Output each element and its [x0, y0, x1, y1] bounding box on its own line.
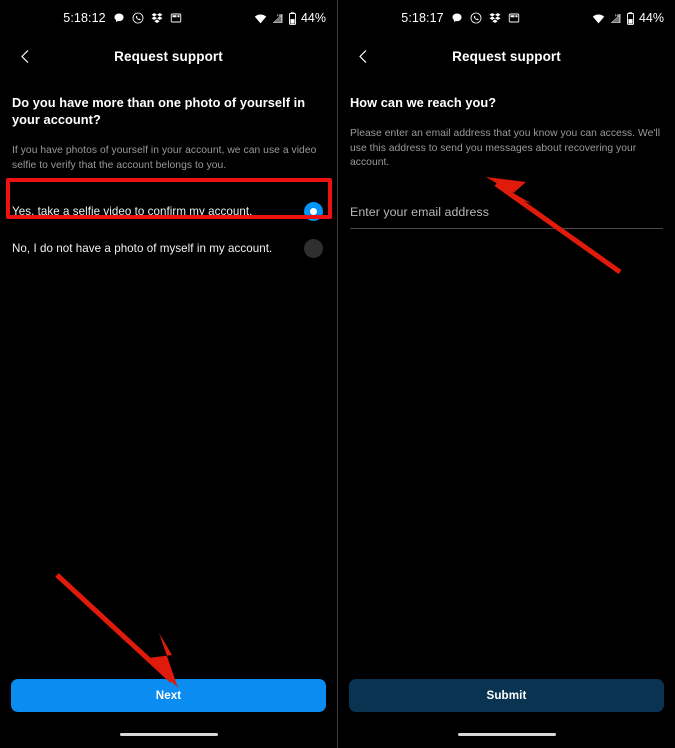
battery-icon: [288, 11, 297, 25]
page-title: Request support: [452, 48, 561, 64]
svg-text:HD: HD: [277, 13, 283, 17]
home-indicator: [457, 732, 556, 736]
submit-button[interactable]: Submit: [349, 679, 664, 712]
chevron-left-icon: [355, 48, 372, 65]
question-subtitle: Please enter an email address that you k…: [350, 128, 661, 169]
status-bar-left-group: 5:18:17: [338, 11, 629, 25]
radio-option-no[interactable]: No, I do not have a photo of myself in m…: [12, 230, 325, 267]
home-indicator: [119, 732, 218, 736]
page-title: Request support: [114, 48, 223, 64]
chat-bubble-icon: [113, 12, 125, 24]
radio-button-selected-icon[interactable]: [304, 202, 323, 222]
status-bar: 5:18:12 HD 44%: [0, 0, 337, 36]
question-title: Do you have more than one photo of yours…: [12, 95, 306, 128]
whatsapp-icon: [470, 12, 482, 24]
battery-percent-label: 44%: [638, 11, 664, 25]
dropbox-icon: [489, 12, 501, 24]
app-header: Request support: [0, 36, 337, 76]
status-bar-right-group: HD 44%: [254, 11, 326, 25]
screenshot-root: 5:18:12 HD 44% Request support Do you ha…: [0, 0, 675, 748]
email-input-placeholder[interactable]: Enter your email address: [350, 205, 663, 219]
screen-body: How can we reach you? Please enter an em…: [338, 94, 675, 229]
status-bar: 5:18:17 HD 44%: [338, 0, 675, 36]
chat-bubble-icon: [451, 12, 463, 24]
svg-text:HD: HD: [615, 13, 621, 17]
screen-contact-email: 5:18:17 HD 44% Request support How can w…: [338, 0, 675, 748]
battery-icon: [626, 11, 635, 25]
back-button[interactable]: [8, 39, 42, 73]
question-subtitle: If you have photos of yourself in your a…: [12, 145, 317, 171]
radio-option-group: Yes, take a selfie video to confirm my a…: [12, 193, 325, 267]
status-bar-right-group: HD 44%: [592, 11, 664, 25]
wifi-icon: [592, 12, 605, 25]
radio-option-yes-label: Yes, take a selfie video to confirm my a…: [12, 205, 253, 219]
widget-icon: [508, 12, 520, 24]
question-title: How can we reach you?: [350, 95, 497, 110]
dropbox-icon: [151, 12, 163, 24]
screen-body: Do you have more than one photo of yours…: [0, 94, 337, 267]
radio-option-no-label: No, I do not have a photo of myself in m…: [12, 242, 273, 256]
radio-button-unselected-icon[interactable]: [304, 239, 323, 259]
signal-hd-icon: HD: [609, 12, 622, 25]
chevron-left-icon: [17, 48, 34, 65]
wifi-icon: [254, 12, 267, 25]
battery-percent-label: 44%: [300, 11, 326, 25]
status-bar-left-group: 5:18:12: [0, 11, 291, 25]
radio-option-yes[interactable]: Yes, take a selfie video to confirm my a…: [12, 193, 325, 230]
app-header: Request support: [338, 36, 675, 76]
status-bar-clock: 5:18:12: [63, 11, 106, 25]
email-field[interactable]: Enter your email address: [350, 205, 663, 229]
whatsapp-icon: [132, 12, 144, 24]
screen-photo-question: 5:18:12 HD 44% Request support Do you ha…: [0, 0, 337, 748]
signal-hd-icon: HD: [271, 12, 284, 25]
next-button[interactable]: Next: [11, 679, 326, 712]
back-button[interactable]: [346, 39, 380, 73]
status-bar-clock: 5:18:17: [401, 11, 444, 25]
widget-icon: [170, 12, 182, 24]
